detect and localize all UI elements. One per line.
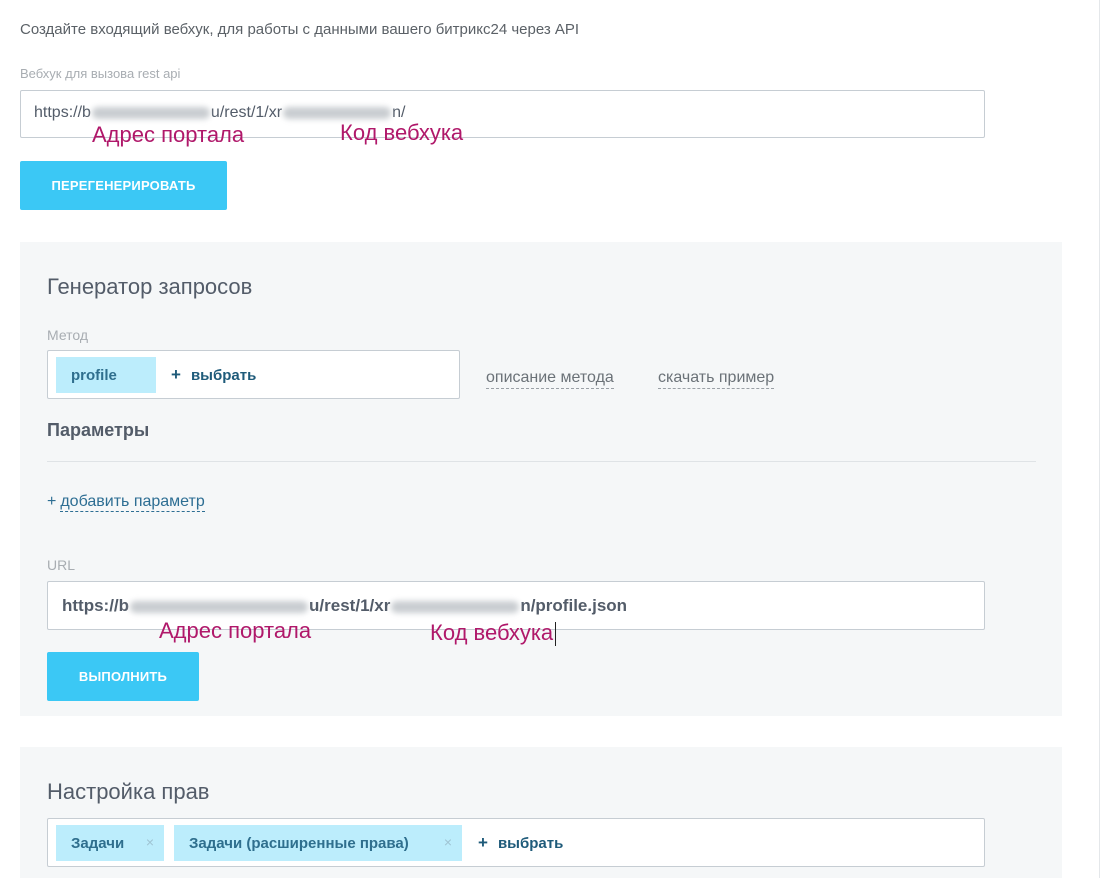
rights-selector[interactable]: Задачи × Задачи (расширенные права) × + в… [47, 818, 985, 867]
parameters-heading: Параметры [47, 420, 150, 440]
close-icon[interactable]: × [444, 834, 452, 850]
text-caret [555, 622, 557, 647]
rights-tag-tasks[interactable]: Задачи × [56, 825, 164, 861]
annotation-webhook-code: Код вебхука [340, 120, 464, 145]
intro-text: Создайте входящий вебхук, для работы с д… [20, 21, 580, 38]
request-url-value: https://b u/rest/1/xr n/profile.json [62, 596, 628, 615]
url-label: URL [47, 557, 76, 573]
annotation-webhook-code: Код вебхука [430, 620, 557, 647]
add-parameter-link[interactable]: + добавить параметр [47, 493, 205, 512]
request-generator-title: Генератор запросов [47, 274, 253, 299]
plus-icon: + [47, 493, 57, 510]
plus-icon: + [171, 365, 181, 384]
method-selector[interactable]: profile + выбрать [47, 350, 460, 399]
regenerate-button[interactable]: ПЕРЕГЕНЕРИРОВАТЬ [20, 161, 227, 210]
close-icon[interactable]: × [146, 834, 154, 850]
download-example-link[interactable]: скачать пример [658, 369, 775, 389]
annotation-portal-address: Адрес портала [159, 618, 312, 643]
method-description-link[interactable]: описание метода [486, 369, 614, 389]
method-tag-profile[interactable]: profile [56, 357, 156, 393]
content-border [1099, 0, 1100, 878]
rights-settings-title: Настройка прав [47, 779, 210, 804]
execute-button[interactable]: ВЫПОЛНИТЬ [47, 652, 199, 701]
method-choose-link[interactable]: + выбрать [171, 365, 256, 385]
rights-tag-tasks-extended[interactable]: Задачи (расширенные права) × [174, 825, 462, 861]
method-label: Метод [47, 327, 89, 343]
annotation-portal-address: Адрес портала [92, 122, 245, 147]
plus-icon: + [478, 833, 488, 852]
webhook-field-label: Вебхук для вызова rest api [20, 66, 181, 81]
parameters-divider [47, 461, 1036, 462]
rights-choose-link[interactable]: + выбрать [478, 833, 563, 853]
method-tag-label: profile [71, 366, 117, 384]
